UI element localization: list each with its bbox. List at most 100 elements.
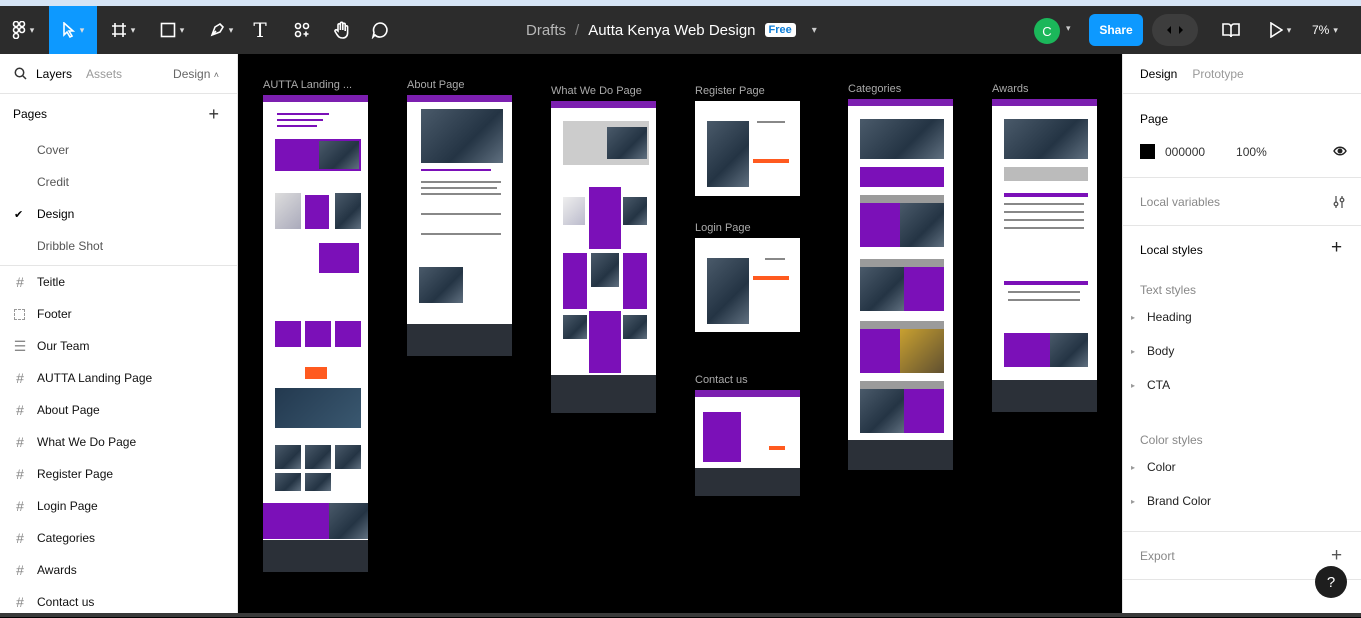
- frame-icon: #: [16, 530, 24, 546]
- page-opacity[interactable]: 100%: [1236, 145, 1267, 159]
- color-styles-title: Color styles: [1140, 433, 1203, 447]
- search-icon[interactable]: [14, 67, 27, 80]
- local-variables-section[interactable]: Local variables: [1123, 178, 1361, 226]
- frame-awards[interactable]: [992, 99, 1097, 412]
- style-item-heading[interactable]: ▸ Heading: [1106, 300, 1345, 334]
- layer-item-what-we-do-page[interactable]: # What We Do Page: [0, 426, 237, 458]
- avatar[interactable]: C: [1034, 18, 1060, 44]
- tab-assets[interactable]: Assets: [86, 67, 122, 81]
- pages-header: Pages +: [0, 94, 237, 134]
- layer-item-footer[interactable]: Footer: [0, 298, 237, 330]
- zoom-dropdown[interactable]: 7% ▾: [1312, 6, 1338, 54]
- left-panel: Layers Assets Design ˄ Pages + Cover Cre…: [0, 54, 238, 613]
- frame-nav-bar: [263, 95, 368, 102]
- page-item-cover[interactable]: Cover: [0, 134, 237, 166]
- page-color-hex[interactable]: 000000: [1165, 145, 1205, 159]
- file-menu-chevron-icon[interactable]: ▾: [812, 25, 817, 36]
- page-item-credit[interactable]: Credit: [0, 166, 237, 198]
- move-tool-button[interactable]: ▾: [49, 6, 97, 54]
- layer-item-about-page[interactable]: # About Page: [0, 394, 237, 426]
- frame-register-page[interactable]: [695, 101, 800, 196]
- frame-categories[interactable]: [848, 99, 953, 470]
- text-tool-button[interactable]: T: [248, 6, 272, 54]
- comment-tool-button[interactable]: [368, 6, 392, 54]
- frame-image: [707, 258, 749, 324]
- right-panel-tabs: Design Prototype: [1123, 54, 1361, 94]
- tab-layers[interactable]: Layers: [36, 67, 72, 81]
- share-button[interactable]: Share: [1089, 14, 1143, 46]
- library-button[interactable]: [1218, 6, 1244, 54]
- plan-badge[interactable]: Free: [764, 23, 796, 37]
- page-background-row[interactable]: 000000 100%: [1140, 144, 1267, 159]
- style-item-cta[interactable]: ▸ CTA: [1106, 368, 1345, 402]
- style-item-color[interactable]: ▸ Color: [1106, 450, 1345, 484]
- layer-item-categories[interactable]: # Categories: [0, 522, 237, 554]
- bottom-scrollbar[interactable]: [0, 613, 1361, 617]
- page-item-design[interactable]: ✔ Design: [0, 198, 237, 230]
- frame-about-page[interactable]: [407, 95, 512, 356]
- layer-item-our-team[interactable]: ☰ Our Team: [0, 330, 237, 362]
- frame-label[interactable]: Register Page: [695, 85, 765, 97]
- frame-heading: [277, 125, 317, 127]
- pages-list: Cover Credit ✔ Design Dribble Shot: [0, 134, 237, 265]
- frame-card: [623, 253, 647, 309]
- layer-item-register-page[interactable]: # Register Page: [0, 458, 237, 490]
- frame-text: [1004, 211, 1084, 213]
- frame-image: [305, 473, 331, 491]
- frame-label[interactable]: Login Page: [695, 222, 751, 234]
- resources-button[interactable]: [290, 6, 314, 54]
- breadcrumb-drafts-link[interactable]: Drafts: [526, 22, 566, 39]
- frame-cta-button: [305, 367, 327, 379]
- add-page-plus-icon[interactable]: +: [208, 104, 219, 125]
- frame-image: [607, 127, 647, 159]
- frame-image: [335, 445, 361, 469]
- frame-contact-us[interactable]: [695, 390, 800, 496]
- dev-mode-toggle[interactable]: [1152, 14, 1198, 46]
- frame-label[interactable]: AUTTA Landing ...: [263, 79, 352, 91]
- file-title[interactable]: Autta Kenya Web Design: [588, 22, 755, 39]
- frame-label[interactable]: Contact us: [695, 374, 748, 386]
- page-item-dribble-shot[interactable]: Dribble Shot: [0, 230, 237, 262]
- variables-icon[interactable]: [1332, 195, 1346, 209]
- frame-what-we-do-page[interactable]: [551, 101, 656, 413]
- main-menu-button[interactable]: ▾: [0, 6, 46, 54]
- local-styles-section: Local styles + Text styles ▸ Heading ▸ Bod…: [1123, 226, 1361, 532]
- frame-card: [275, 321, 301, 347]
- frame-text: [1008, 299, 1080, 301]
- frame-label[interactable]: Awards: [992, 83, 1028, 95]
- help-button[interactable]: ?: [1315, 566, 1347, 598]
- color-swatch[interactable]: [1140, 144, 1155, 159]
- page-label: Credit: [37, 175, 70, 189]
- frame-autta-landing-page[interactable]: [263, 95, 368, 572]
- shape-tool-button[interactable]: ▾: [152, 6, 192, 54]
- pen-tool-button[interactable]: ▾: [200, 6, 242, 54]
- add-export-plus-icon[interactable]: +: [1331, 545, 1342, 567]
- caret-right-icon: ▸: [1131, 462, 1136, 472]
- avatar-chevron-icon[interactable]: ▾: [1066, 23, 1071, 34]
- present-button[interactable]: ▾: [1262, 6, 1298, 54]
- layer-item-login-page[interactable]: # Login Page: [0, 490, 237, 522]
- frame-label[interactable]: What We Do Page: [551, 85, 642, 97]
- frame-login-page[interactable]: [695, 238, 800, 332]
- layer-item-teitle[interactable]: # Teitle: [0, 266, 237, 298]
- add-style-plus-icon[interactable]: +: [1331, 237, 1342, 259]
- layer-item-awards[interactable]: # Awards: [0, 554, 237, 586]
- frame-tool-button[interactable]: ▾: [103, 6, 143, 54]
- style-item-brand-color[interactable]: ▸ Brand Color: [1106, 484, 1345, 518]
- frame-label[interactable]: About Page: [407, 79, 465, 91]
- canvas[interactable]: AUTTA Landing ... About Page What We Do …: [238, 54, 1122, 613]
- tab-prototype[interactable]: Prototype: [1192, 67, 1243, 81]
- style-item-body[interactable]: ▸ Body: [1106, 334, 1345, 368]
- hand-tool-button[interactable]: [330, 6, 354, 54]
- design-dropdown[interactable]: Design ˄: [173, 67, 219, 81]
- local-styles-title: Local styles: [1140, 243, 1203, 257]
- layer-label: AUTTA Landing Page: [37, 371, 153, 385]
- auto-layout-icon: ☰: [13, 338, 27, 354]
- tab-design[interactable]: Design: [1140, 67, 1177, 81]
- eye-icon[interactable]: [1333, 146, 1347, 156]
- frame-label[interactable]: Categories: [848, 83, 901, 95]
- chevron-up-icon: ˄: [213, 69, 219, 80]
- layer-item-autta-landing-page[interactable]: # AUTTA Landing Page: [0, 362, 237, 394]
- caret-right-icon: ▸: [1131, 380, 1136, 390]
- frame-footer: [263, 540, 368, 572]
